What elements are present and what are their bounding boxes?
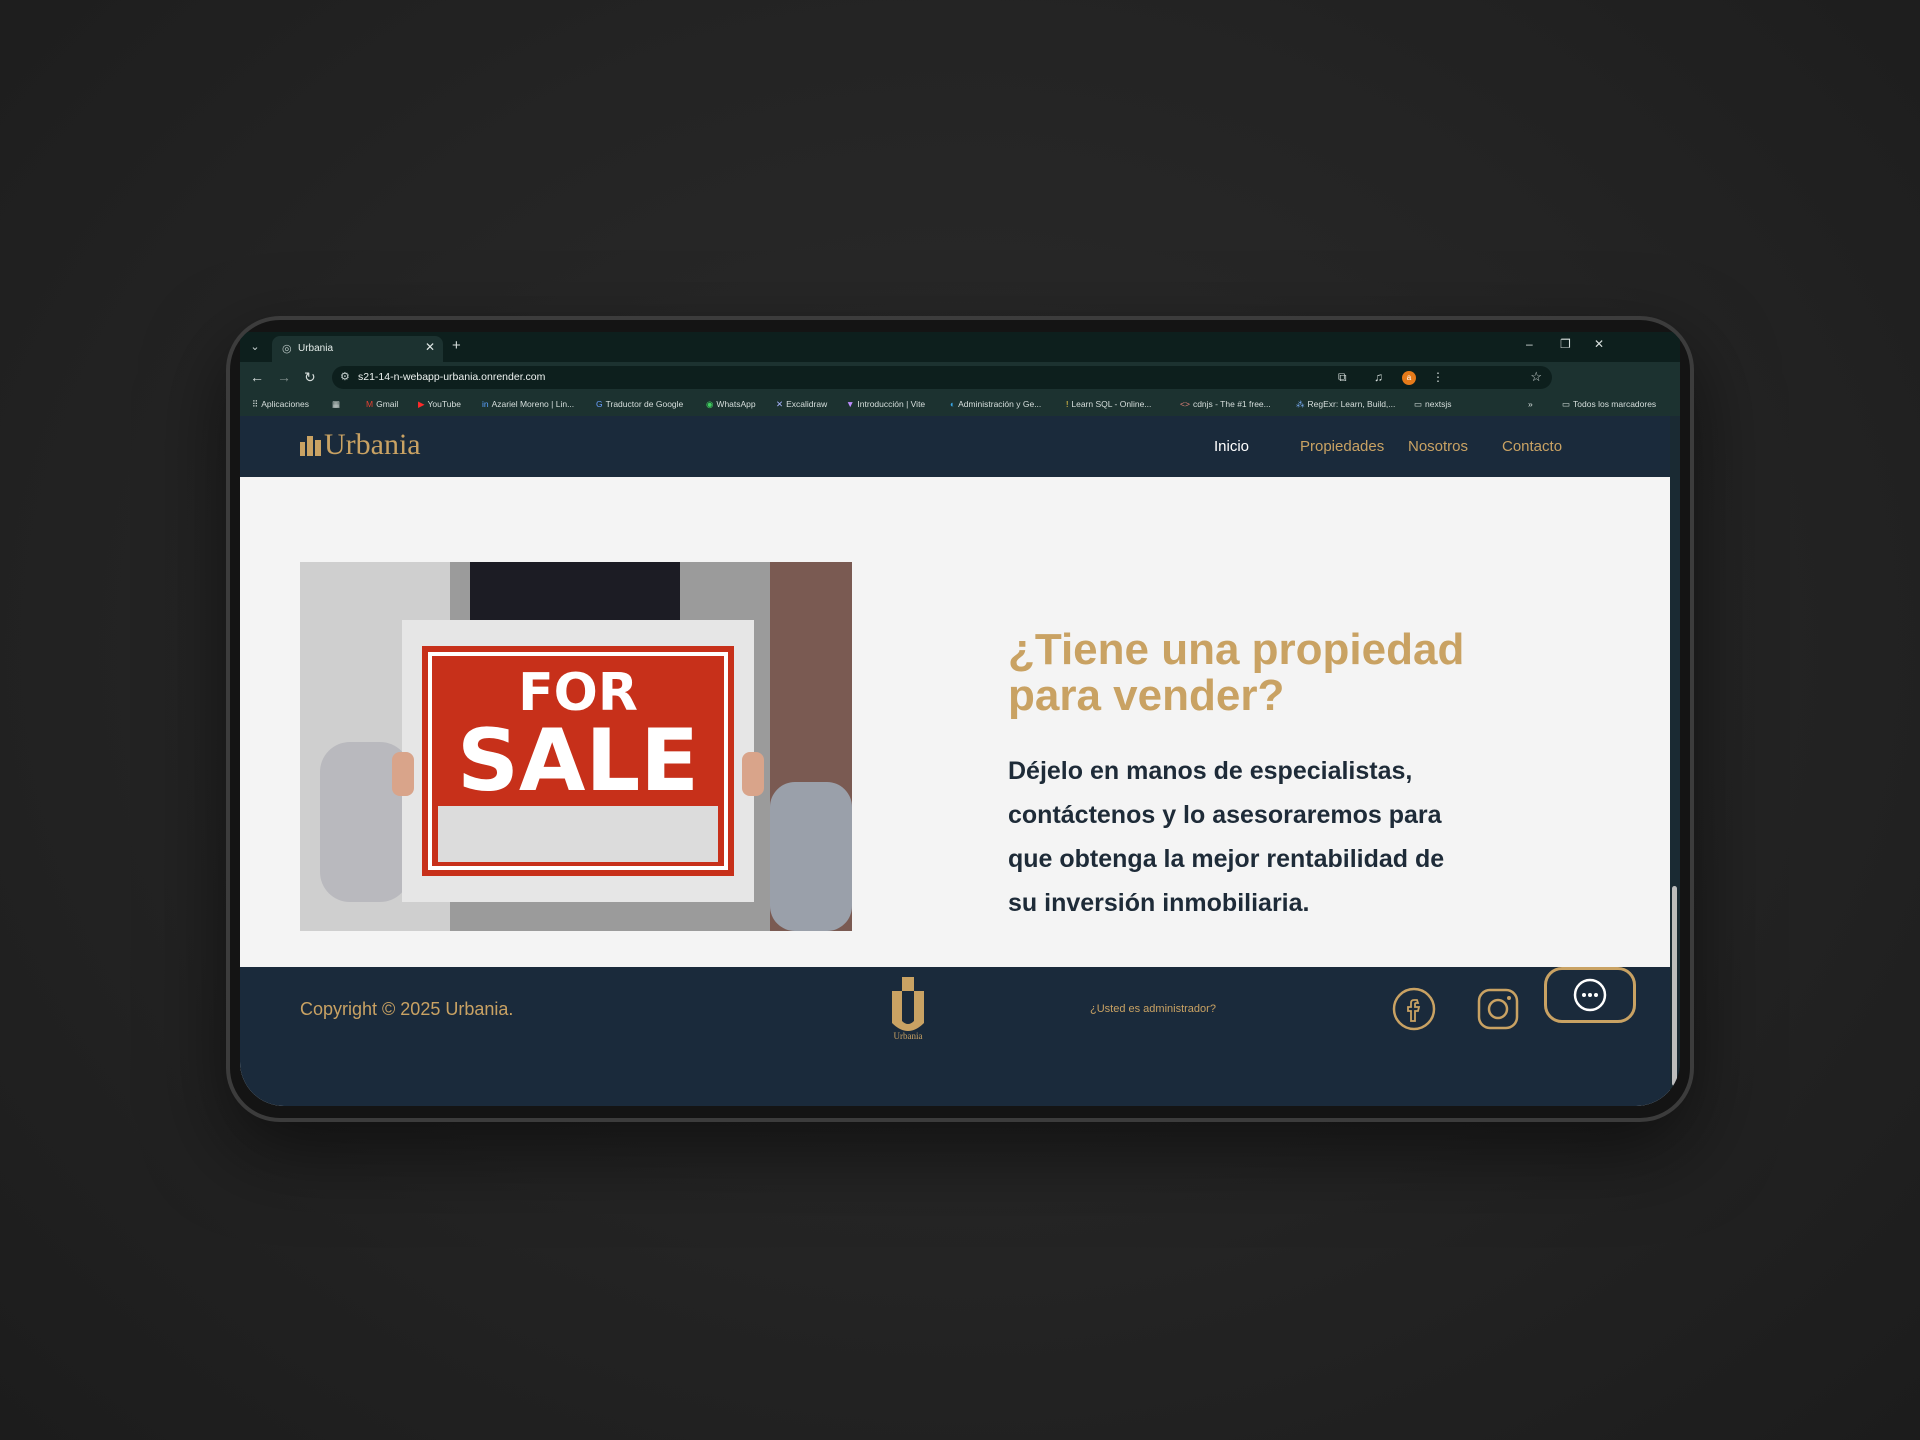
bookmark-item[interactable]: G Traductor de Google bbox=[596, 399, 683, 409]
tab-title: Urbania bbox=[298, 343, 334, 354]
for-sale-photo: FOR SALE bbox=[300, 562, 852, 931]
footer-logo-icon[interactable]: Urbania bbox=[888, 977, 928, 1041]
forward-icon[interactable]: → bbox=[277, 369, 291, 385]
building-logo-icon[interactable] bbox=[300, 434, 322, 456]
bookmark-item[interactable]: ⁂ RegExr: Learn, Build,... bbox=[1296, 399, 1395, 410]
profile-avatar[interactable]: a bbox=[1402, 371, 1416, 385]
bookmark-star-icon[interactable]: ☆ bbox=[1530, 369, 1542, 385]
browser-window: ⌄ ◎ Urbania ✕ + – ❐ ✕ ← → ↻ ⚙ s21-14-n-w… bbox=[240, 332, 1680, 1106]
bookmark-item[interactable]: ✕ Excalidraw bbox=[776, 399, 827, 410]
bookmark-item[interactable]: ▭ nextsjs bbox=[1414, 399, 1452, 410]
nav-contacto[interactable]: Contacto bbox=[1502, 438, 1562, 455]
new-tab-icon[interactable]: + bbox=[452, 337, 461, 354]
nav-inicio[interactable]: Inicio bbox=[1214, 438, 1249, 455]
scroll-thumb[interactable] bbox=[1672, 886, 1677, 1086]
youtube-icon: ▶ bbox=[418, 399, 425, 409]
bookmark-item[interactable]: ◉ WhatsApp bbox=[706, 399, 756, 410]
media-icon[interactable]: ♫ bbox=[1374, 370, 1383, 384]
bookmark-item[interactable]: ⠿ Aplicaciones bbox=[252, 399, 309, 410]
excalidraw-icon: ✕ bbox=[776, 399, 784, 409]
whatsapp-icon: ◉ bbox=[706, 399, 714, 409]
folder-icon: ▭ bbox=[1414, 399, 1423, 409]
bulb-icon: ! bbox=[1066, 399, 1069, 409]
gmail-icon: M bbox=[366, 399, 374, 409]
globe-icon: ◎ bbox=[282, 343, 292, 355]
url-text: s21-14-n-webapp-urbania.onrender.com bbox=[358, 371, 546, 383]
regexr-icon: ⁂ bbox=[1296, 399, 1305, 409]
brand-logo-text[interactable]: Urbania bbox=[324, 428, 421, 462]
close-window-icon[interactable]: ✕ bbox=[1594, 337, 1604, 351]
minimize-icon[interactable]: – bbox=[1526, 337, 1533, 351]
nav-propiedades[interactable]: Propiedades bbox=[1300, 438, 1384, 455]
site-header: Urbania Inicio Propiedades Nosotros Cont… bbox=[240, 416, 1670, 477]
vite-icon: ▼ bbox=[846, 399, 855, 409]
grid-icon[interactable]: ▦ bbox=[332, 399, 340, 410]
browser-toolbar: ← → ↻ ⚙ s21-14-n-webapp-urbania.onrender… bbox=[240, 362, 1680, 394]
section-heading: ¿Tiene una propiedad para vender? bbox=[1008, 624, 1465, 720]
linkedin-icon: in bbox=[482, 399, 489, 409]
tab-search-icon[interactable]: ⌄ bbox=[246, 338, 264, 356]
edge-icon: ◐ bbox=[950, 399, 956, 409]
device-frame: ⌄ ◎ Urbania ✕ + – ❐ ✕ ← → ↻ ⚙ s21-14-n-w… bbox=[226, 316, 1694, 1122]
back-icon[interactable]: ← bbox=[250, 369, 264, 385]
nav-nosotros[interactable]: Nosotros bbox=[1408, 438, 1468, 455]
copyright-text: Copyright © 2025 Urbania. bbox=[300, 999, 514, 1019]
folder-icon: ▭ bbox=[1562, 399, 1571, 409]
instagram-icon[interactable] bbox=[1476, 987, 1520, 1031]
footer-logo-caption: Urbania bbox=[894, 1031, 923, 1041]
apps-icon: ⠿ bbox=[252, 399, 259, 409]
bookmark-item[interactable]: ! Learn SQL - Online... bbox=[1066, 399, 1151, 409]
bookmark-item[interactable]: in Azariel Moreno | Lin... bbox=[482, 399, 574, 409]
site-footer: Copyright © 2025 Urbania. Urbania ¿Usted… bbox=[240, 967, 1670, 1106]
bookmark-item[interactable]: ▼ Introducción | Vite bbox=[846, 399, 925, 409]
menu-icon[interactable]: ⋮ bbox=[1432, 370, 1444, 384]
sign-sale-text: SALE bbox=[457, 711, 699, 811]
restore-icon[interactable]: ❐ bbox=[1560, 337, 1571, 351]
tab-strip: ⌄ ◎ Urbania ✕ + – ❐ ✕ bbox=[240, 332, 1680, 362]
admin-link[interactable]: ¿Usted es administrador? bbox=[1090, 1003, 1216, 1015]
chat-bubble-icon bbox=[1573, 978, 1607, 1012]
site-info-icon[interactable]: ⚙ bbox=[340, 370, 350, 383]
close-tab-icon[interactable]: ✕ bbox=[425, 340, 435, 354]
browser-tab[interactable]: ◎ Urbania ✕ bbox=[272, 336, 443, 362]
reload-icon[interactable]: ↻ bbox=[304, 369, 316, 386]
facebook-icon[interactable] bbox=[1392, 987, 1436, 1031]
bookmark-item[interactable]: M Gmail bbox=[366, 399, 398, 409]
bookmark-item[interactable]: ◐ Administración y Ge... bbox=[950, 399, 1041, 409]
page-scrollbar[interactable] bbox=[1670, 416, 1680, 1106]
for-sale-sign-image: FOR SALE bbox=[300, 562, 852, 931]
extensions-icon[interactable]: ⧉ bbox=[1338, 370, 1347, 385]
more-bookmarks-icon[interactable]: » bbox=[1528, 399, 1533, 409]
translate-icon: G bbox=[596, 399, 603, 409]
bookmark-item[interactable]: ▶ YouTube bbox=[418, 399, 461, 410]
bookmark-item[interactable]: <> cdnjs - The #1 free... bbox=[1180, 399, 1271, 409]
section-body: Déjelo en manos de especialistas, contác… bbox=[1008, 757, 1445, 917]
web-page: Urbania Inicio Propiedades Nosotros Cont… bbox=[240, 416, 1670, 1106]
bookmarks-bar: ⠿ Aplicaciones ▦ M Gmail ▶ YouTube in Azarie… bbox=[240, 394, 1680, 416]
code-icon: <> bbox=[1180, 399, 1190, 409]
all-bookmarks[interactable]: ▭ Todos los marcadores bbox=[1562, 399, 1656, 410]
address-bar[interactable]: ⚙ s21-14-n-webapp-urbania.onrender.com ☆ bbox=[332, 366, 1552, 389]
chat-button[interactable] bbox=[1544, 967, 1636, 1023]
